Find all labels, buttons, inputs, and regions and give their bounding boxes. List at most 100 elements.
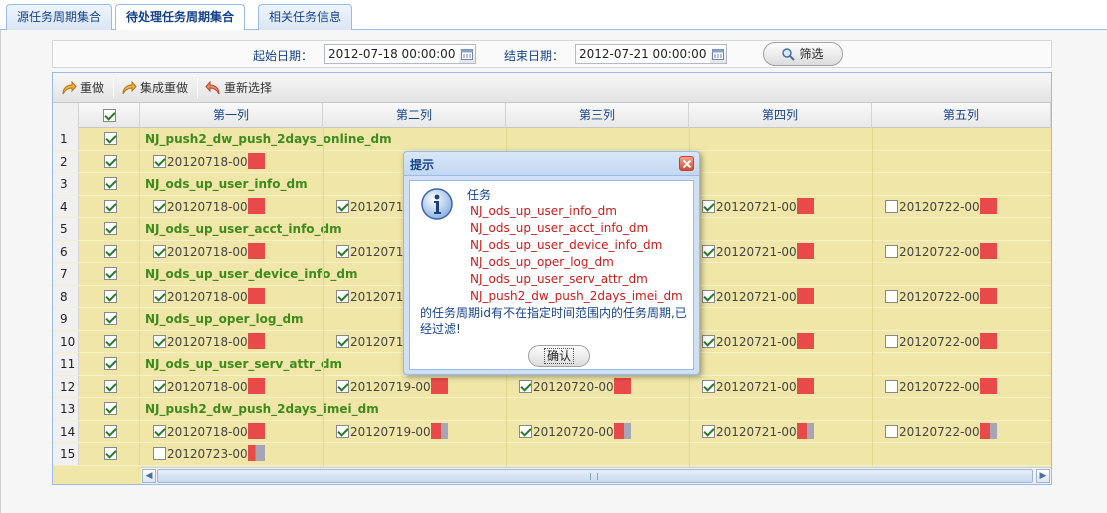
cycle-cell[interactable]: 20120718-00 <box>153 421 265 443</box>
cycle-cell[interactable]: 20120720-00 <box>519 376 631 398</box>
tab-pending-cycles[interactable]: 待处理任务周期集合 <box>115 4 246 31</box>
cycle-cell[interactable]: 20120721-00 <box>702 376 814 398</box>
cycle-checkbox[interactable] <box>519 379 532 393</box>
row-number: 1 <box>53 128 79 150</box>
cycle-checkbox[interactable] <box>702 379 715 393</box>
row-checkbox[interactable] <box>104 357 117 370</box>
cycle-cell[interactable]: 20120721-00 <box>702 286 814 308</box>
start-calendar-button[interactable] <box>459 44 476 64</box>
cycle-checkbox[interactable] <box>336 244 349 258</box>
cycle-cell[interactable]: 20120721-00 <box>702 241 814 263</box>
tab-related-tasks[interactable]: 相关任务信息 <box>258 4 353 30</box>
task-row[interactable]: 1 NJ_push2_dw_push_2days_online_dm <box>53 128 1051 151</box>
column-header-4[interactable]: 第四列 <box>689 103 872 128</box>
redo-button[interactable]: 重做 <box>61 79 104 97</box>
cycle-checkbox[interactable] <box>336 334 349 348</box>
cycle-checkbox[interactable] <box>885 334 898 348</box>
scrollbar-thumb[interactable] <box>157 469 1033 483</box>
cycle-checkbox[interactable] <box>702 289 715 303</box>
cycle-row[interactable]: 15 20120723-00 <box>53 443 1051 466</box>
ok-button[interactable]: 确认 <box>528 345 590 367</box>
cycle-cell[interactable]: 20120722-00 <box>885 286 997 308</box>
row-number: 6 <box>53 240 79 262</box>
cycle-cell[interactable]: 20120723-00 <box>153 443 265 465</box>
cycle-cell[interactable]: 20120719-00 <box>336 421 448 443</box>
cycle-cell[interactable]: 20120722-00 <box>885 241 997 263</box>
row-checkbox[interactable] <box>104 132 117 145</box>
column-header-3[interactable]: 第三列 <box>506 103 689 128</box>
cycle-checkbox[interactable] <box>153 154 166 168</box>
row-checkbox[interactable] <box>104 379 117 393</box>
cycle-checkbox[interactable] <box>702 334 715 348</box>
cycle-checkbox[interactable] <box>885 379 898 393</box>
row-checkbox[interactable] <box>104 402 117 415</box>
cycle-checkbox[interactable] <box>885 199 898 213</box>
cycle-cell[interactable]: 20120718-00 <box>153 376 265 398</box>
row-checkbox[interactable] <box>104 244 117 258</box>
row-checkbox[interactable] <box>104 447 117 460</box>
row-checkbox[interactable] <box>104 177 117 190</box>
cycle-checkbox[interactable] <box>153 379 166 393</box>
cycle-checkbox[interactable] <box>885 244 898 258</box>
row-checkbox[interactable] <box>104 199 117 213</box>
search-button[interactable]: 筛选 <box>763 42 843 66</box>
cycle-cell[interactable]: 20120718-00 <box>153 331 265 353</box>
cycle-cell[interactable]: 20120721-00 <box>702 421 814 443</box>
column-header-1[interactable]: 第一列 <box>140 103 323 128</box>
horizontal-scrollbar[interactable]: ◀ ▶ <box>141 467 1051 484</box>
cycle-cell[interactable]: 20120719-00 <box>336 376 448 398</box>
cycle-row[interactable]: 12 20120718-00 20120719-00 20120720-00 20120… <box>53 375 1051 398</box>
row-number: 3 <box>53 173 79 195</box>
row-checkbox[interactable] <box>104 312 117 325</box>
cycle-cell[interactable]: 20120722-00 <box>885 331 997 353</box>
row-checkbox[interactable] <box>104 154 117 168</box>
end-date-input[interactable]: 2012-07-21 00:00:00 <box>575 44 727 64</box>
cycle-checkbox[interactable] <box>153 199 166 213</box>
end-calendar-button[interactable] <box>710 44 727 64</box>
row-checkbox[interactable] <box>104 267 117 280</box>
cycle-cell[interactable]: 20120718-00 <box>153 151 265 173</box>
row-checkbox[interactable] <box>104 222 117 235</box>
cycle-cell[interactable]: 20120721-00 <box>702 196 814 218</box>
dialog-titlebar[interactable]: 提示 <box>404 152 699 176</box>
column-header-2[interactable]: 第二列 <box>323 103 506 128</box>
cycle-checkbox[interactable] <box>153 334 166 348</box>
cycle-checkbox[interactable] <box>885 289 898 303</box>
reselect-button[interactable]: 重新选择 <box>205 79 272 97</box>
cycle-checkbox[interactable] <box>702 199 715 213</box>
cycle-checkbox[interactable] <box>153 424 166 438</box>
close-icon[interactable] <box>679 156 694 171</box>
cycle-status-indicator <box>247 152 265 169</box>
tab-source-cycles[interactable]: 源任务周期集合 <box>6 4 113 30</box>
scroll-left-icon[interactable]: ◀ <box>142 469 156 483</box>
row-checkbox[interactable] <box>104 424 117 438</box>
row-checkbox[interactable] <box>104 289 117 303</box>
cycle-cell[interactable]: 20120722-00 <box>885 376 997 398</box>
cycle-checkbox[interactable] <box>885 424 898 438</box>
column-header-5[interactable]: 第五列 <box>872 103 1051 128</box>
integrated-redo-button[interactable]: 集成重做 <box>121 79 188 97</box>
cycle-cell[interactable]: 20120721-00 <box>702 331 814 353</box>
task-row[interactable]: 13 NJ_push2_dw_push_2days_imei_dm <box>53 398 1051 421</box>
select-all-checkbox[interactable] <box>102 109 116 122</box>
cycle-cell[interactable]: 20120718-00 <box>153 286 265 308</box>
cycle-cell[interactable]: 20120720-00 <box>519 421 631 443</box>
cycle-cell[interactable]: 20120718-00 <box>153 196 265 218</box>
cycle-checkbox[interactable] <box>336 199 349 213</box>
cycle-cell[interactable]: 20120722-00 <box>885 196 997 218</box>
cycle-checkbox[interactable] <box>153 244 166 258</box>
cycle-row[interactable]: 14 20120718-00 20120719-00 20120720-00 20120… <box>53 420 1051 443</box>
row-checkbox[interactable] <box>104 334 117 348</box>
cycle-checkbox[interactable] <box>336 424 349 438</box>
cycle-checkbox[interactable] <box>336 379 349 393</box>
cycle-checkbox[interactable] <box>702 244 715 258</box>
cycle-cell[interactable]: 20120722-00 <box>885 421 997 443</box>
scroll-right-icon[interactable]: ▶ <box>1036 469 1050 483</box>
cycle-checkbox[interactable] <box>153 289 166 303</box>
cycle-cell[interactable]: 20120718-00 <box>153 241 265 263</box>
cycle-checkbox[interactable] <box>153 447 166 460</box>
start-date-input[interactable]: 2012-07-18 00:00:00 <box>324 44 476 64</box>
cycle-checkbox[interactable] <box>336 289 349 303</box>
cycle-checkbox[interactable] <box>702 424 715 438</box>
cycle-checkbox[interactable] <box>519 424 532 438</box>
